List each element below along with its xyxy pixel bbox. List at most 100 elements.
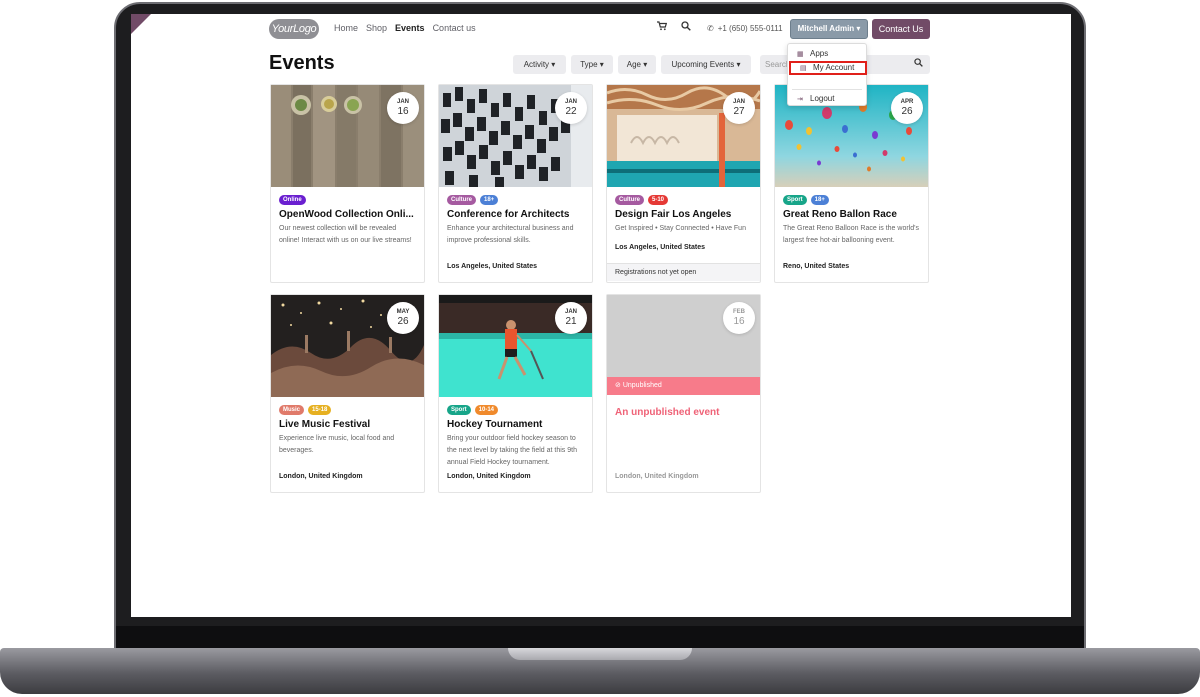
- event-location: Los Angeles, United States: [615, 244, 705, 251]
- user-menu-button[interactable]: Mitchell Admin ▾: [790, 19, 868, 39]
- event-tags: Music 15-18: [279, 405, 332, 415]
- cart-icon[interactable]: [654, 21, 670, 37]
- dropdown-apps-label: Apps: [810, 49, 829, 58]
- event-card-unpublished[interactable]: FEB 16 ⊘ Unpublished An unpublished event…: [606, 294, 761, 493]
- user-menu-label: Mitchell Admin: [797, 24, 855, 33]
- event-description: Our newest collection will be revealed o…: [279, 225, 412, 244]
- tag-age[interactable]: 15-18: [308, 405, 332, 415]
- filter-age[interactable]: Age ▾: [618, 55, 656, 74]
- date-month: JAN: [564, 99, 577, 105]
- event-title[interactable]: Conference for Architects: [447, 209, 587, 220]
- unpublished-banner: ⊘ Unpublished: [607, 377, 760, 395]
- tag-age[interactable]: 18+: [810, 195, 829, 205]
- date-day: 21: [565, 316, 577, 327]
- event-tags: Sport 10-14: [447, 405, 499, 415]
- nav-events[interactable]: Events: [395, 23, 425, 33]
- browser-screen: YourLogo Home Shop Events Contact us ✆ +1…: [131, 14, 1071, 617]
- event-description: Enhance your architectural business and …: [447, 225, 574, 244]
- tag-sport[interactable]: Sport: [783, 195, 807, 205]
- date-month: APR: [900, 99, 914, 105]
- search-icon[interactable]: [914, 55, 923, 74]
- event-title[interactable]: Hockey Tournament: [447, 419, 587, 430]
- event-card[interactable]: JAN 21 Sport 10-14 Hockey Tournament Brin…: [438, 294, 593, 493]
- date-month: FEB: [733, 309, 745, 315]
- event-description: Experience live music, local food and be…: [279, 435, 395, 454]
- dropdown-item-my-account[interactable]: ▤ My Account: [789, 61, 867, 75]
- event-location: London, United Kingdom: [615, 473, 699, 480]
- date-day: 26: [901, 106, 913, 117]
- caret-down-icon: ▾: [736, 60, 741, 69]
- nav-home[interactable]: Home: [334, 23, 358, 33]
- event-tags: Sport 18+: [783, 195, 829, 205]
- event-date-badge: MAY 26: [387, 302, 419, 334]
- event-date-badge: JAN 16: [387, 92, 419, 124]
- user-dropdown-menu: ▦ Apps ▤ My Account ⇥ Logout: [787, 43, 867, 106]
- page-title: Events: [269, 52, 335, 74]
- dropdown-divider: [792, 89, 862, 90]
- caret-down-icon: ▾: [643, 60, 648, 69]
- event-location: Reno, United States: [783, 263, 850, 270]
- filter-age-label: Age: [626, 60, 641, 69]
- date-day: 22: [565, 106, 577, 117]
- phone-text: +1 (650) 555-0111: [717, 24, 783, 33]
- dropdown-logout-label: Logout: [810, 94, 835, 103]
- contact-us-button[interactable]: Contact Us: [872, 19, 930, 39]
- filter-activity[interactable]: Activity ▾: [513, 55, 566, 74]
- id-card-icon: ▤: [800, 65, 807, 72]
- event-tags: Culture 5-10: [615, 195, 669, 205]
- apps-grid-icon: ▦: [797, 51, 804, 58]
- date-day: 26: [397, 316, 409, 327]
- laptop-notch: [508, 648, 692, 660]
- event-location: Los Angeles, United States: [447, 263, 537, 270]
- date-month: MAY: [396, 309, 410, 315]
- tag-culture[interactable]: Culture: [447, 195, 476, 205]
- tag-age[interactable]: 18+: [480, 195, 499, 205]
- dropdown-item-apps[interactable]: ▦ Apps: [788, 47, 868, 61]
- event-date-badge: JAN 27: [723, 92, 755, 124]
- event-title[interactable]: Great Reno Ballon Race: [783, 209, 923, 220]
- date-month: JAN: [564, 309, 577, 315]
- event-description: Get Inspired • Stay Connected • Have Fun: [615, 225, 746, 232]
- main-nav: Home Shop Events Contact us: [334, 23, 476, 33]
- event-card[interactable]: JAN 22 Culture 18+ Conference for Archite…: [438, 84, 593, 283]
- event-title[interactable]: OpenWood Collection Onli...: [279, 209, 419, 220]
- event-date-badge: FEB 16: [723, 302, 755, 334]
- event-card[interactable]: MAY 26 Music 15-18 Live Music Festival Ex…: [270, 294, 425, 493]
- filter-activity-label: Activity: [523, 60, 550, 69]
- event-title[interactable]: An unpublished event: [615, 407, 719, 418]
- tag-age[interactable]: 5-10: [648, 195, 669, 205]
- filter-type-label: Type: [580, 60, 598, 69]
- date-day: 16: [397, 106, 409, 117]
- dropdown-my-account-label: My Account: [813, 63, 855, 72]
- laptop-bezel: [116, 626, 1084, 648]
- unpublished-label: Unpublished: [622, 382, 662, 389]
- filter-type[interactable]: Type ▾: [571, 55, 613, 74]
- phone-number: ✆ +1 (650) 555-0111: [707, 24, 783, 33]
- date-month: JAN: [732, 99, 745, 105]
- tag-culture[interactable]: Culture: [615, 195, 644, 205]
- event-date-badge: JAN 22: [555, 92, 587, 124]
- caret-down-icon: ▾: [599, 60, 604, 69]
- event-title[interactable]: Design Fair Los Angeles: [615, 209, 755, 220]
- date-day: 16: [733, 316, 745, 327]
- ban-icon: ⊘: [615, 382, 621, 389]
- search-icon[interactable]: [678, 21, 694, 37]
- nav-shop[interactable]: Shop: [366, 23, 387, 33]
- filter-upcoming-events[interactable]: Upcoming Events ▾: [661, 55, 751, 74]
- tag-age[interactable]: 10-14: [474, 405, 499, 415]
- event-tags: Culture 18+: [447, 195, 499, 205]
- tag-music[interactable]: Music: [279, 405, 305, 415]
- event-date-badge: APR 26: [891, 92, 923, 124]
- nav-contact-us[interactable]: Contact us: [433, 23, 476, 33]
- site-logo[interactable]: YourLogo: [269, 19, 319, 39]
- event-card[interactable]: JAN 27 Culture 5-10 Design Fair Los Angel…: [606, 84, 761, 283]
- tag-sport[interactable]: Sport: [447, 405, 471, 415]
- dropdown-item-logout[interactable]: ⇥ Logout: [788, 92, 868, 106]
- registration-status: Registrations not yet open: [607, 263, 760, 281]
- tag-online[interactable]: Online: [279, 195, 306, 205]
- sign-out-icon: ⇥: [797, 96, 803, 103]
- event-card[interactable]: APR 26 Sport 18+ Great Reno Ballon Race T…: [774, 84, 929, 283]
- event-card[interactable]: JAN 16 Online OpenWood Collection Onli...…: [270, 84, 425, 283]
- event-title[interactable]: Live Music Festival: [279, 419, 419, 430]
- event-location: London, United Kingdom: [279, 473, 363, 480]
